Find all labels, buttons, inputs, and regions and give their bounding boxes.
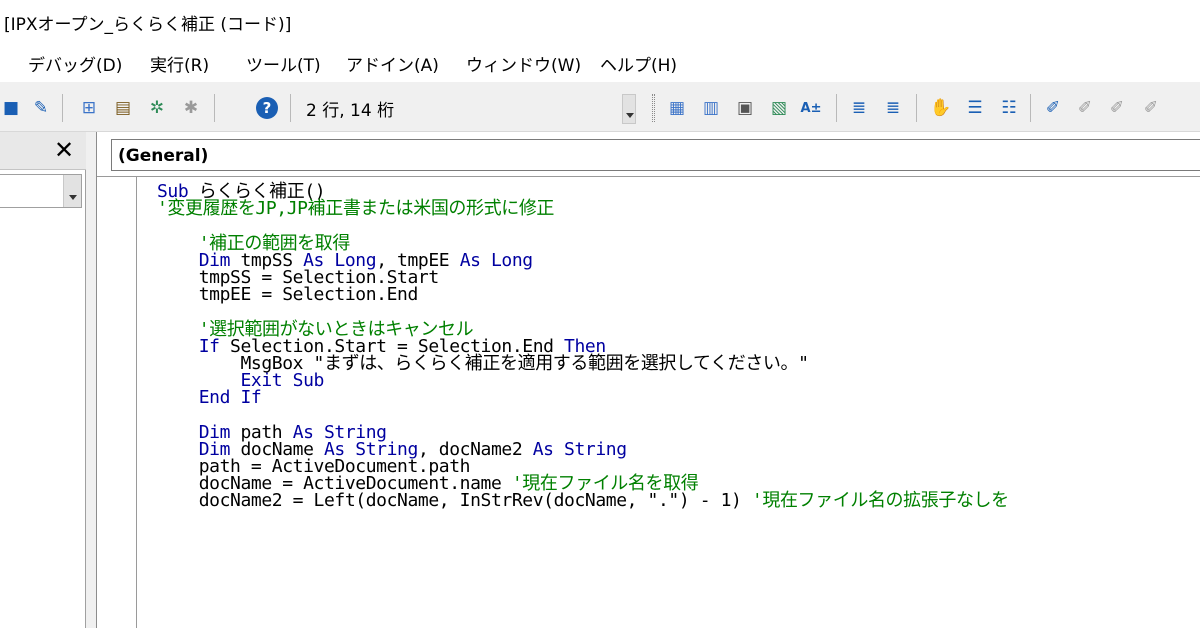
close-icon[interactable]: ✕ [50, 136, 78, 164]
comment-block-icon[interactable]: ☰ [964, 97, 986, 119]
panel-dropdown[interactable] [0, 174, 82, 208]
complete-word-icon[interactable]: A± [800, 97, 822, 119]
code-line[interactable]: '変更履歴をJP,JP補正書または米国の形式に修正 [157, 198, 1197, 220]
uncomment-block-icon[interactable]: ☷ [998, 97, 1020, 119]
menu-addins[interactable]: アドイン(A) [346, 51, 439, 76]
list-properties-icon[interactable]: ▦ [666, 97, 688, 119]
toolbar-separator [916, 94, 917, 122]
toolbar-grip[interactable] [652, 94, 655, 122]
help-icon[interactable]: ? [256, 97, 278, 119]
toolbox-icon[interactable]: ✱ [180, 97, 202, 119]
chevron-down-icon[interactable] [63, 175, 81, 207]
toggle-bookmark-icon[interactable]: ✐ [1042, 97, 1064, 119]
toolbar-separator [214, 94, 215, 122]
divider [97, 176, 1200, 177]
quick-info-icon[interactable]: ▣ [734, 97, 756, 119]
panel-header: ✕ [0, 132, 86, 170]
edit-icon[interactable]: ✎ [30, 97, 52, 119]
next-bookmark-icon[interactable]: ✐ [1074, 97, 1096, 119]
standard-toolbar: ■ ✎ ⊞ ▤ ✲ ✱ ? 2 行, 14 桁 ▦ ▥ ▣ ▧ A± ≣ ≣ ✋… [0, 82, 1200, 132]
parameter-info-icon[interactable]: ▧ [768, 97, 790, 119]
code-line[interactable]: docName2 = Left(docName, InStrRev(docNam… [157, 490, 1197, 512]
code-line[interactable]: Exit Sub [157, 372, 1197, 390]
clear-bookmarks-icon[interactable]: ✐ [1140, 97, 1162, 119]
design-mode-icon[interactable]: ■ [0, 97, 22, 119]
properties-icon[interactable]: ▤ [112, 97, 134, 119]
project-explorer-panel: ✕ [0, 132, 86, 628]
code-line[interactable]: tmpEE = Selection.End [157, 284, 1197, 306]
object-browser-icon[interactable]: ✲ [146, 97, 168, 119]
code-keyword: As String [532, 438, 627, 460]
code-text: docName2 = Left(docName, InStrRev(docNam… [157, 490, 752, 512]
indent-icon[interactable]: ≣ [848, 97, 870, 119]
object-dropdown-value: (General) [118, 146, 209, 166]
toolbar-separator [62, 94, 63, 122]
code-comment: '現在ファイル名の拡張子なしを [751, 490, 1009, 512]
toolbar-separator [1030, 94, 1031, 122]
toolbar-options-dropdown[interactable] [622, 94, 636, 124]
outdent-icon[interactable]: ≣ [882, 97, 904, 119]
menu-debug[interactable]: デバッグ(D) [28, 51, 122, 76]
code-keyword: End If [157, 387, 262, 409]
code-editor[interactable]: Sub らくらく補正() '変更履歴をJP,JP補正書または米国の形式に修正 '補… [157, 183, 1197, 510]
menu-tools[interactable]: ツール(T) [246, 51, 321, 76]
toolbar-separator [290, 94, 291, 122]
previous-bookmark-icon[interactable]: ✐ [1106, 97, 1128, 119]
toggle-breakpoint-icon[interactable]: ✋ [930, 97, 952, 119]
menu-help[interactable]: ヘルプ(H) [600, 51, 677, 76]
code-text: tmpEE = Selection.End [157, 284, 419, 306]
code-line[interactable]: End If [157, 387, 1197, 409]
menu-window[interactable]: ウィンドウ(W) [466, 51, 581, 76]
cursor-position: 2 行, 14 桁 [306, 101, 395, 121]
object-dropdown[interactable]: (General) [111, 139, 1200, 171]
title-bar: [IPXオープン_らくらく補正 (コード)] [0, 0, 1200, 40]
margin-indicator-bar[interactable] [97, 177, 137, 628]
menu-run[interactable]: 実行(R) [150, 51, 209, 76]
project-explorer-icon[interactable]: ⊞ [78, 97, 100, 119]
code-window: (General) Sub らくらく補正() '変更履歴をJP,JP補正書または米… [96, 132, 1200, 628]
code-keyword: As Long [459, 249, 533, 271]
code-comment: '変更履歴をJP,JP補正書または米国の形式に修正 [157, 198, 555, 220]
toolbar-separator [836, 94, 837, 122]
menu-bar: デバッグ(D) 実行(R) ツール(T) アドイン(A) ウィンドウ(W) ヘル… [0, 40, 1200, 82]
window-title: [IPXオープン_らくらく補正 (コード)] [4, 15, 292, 35]
list-constants-icon[interactable]: ▥ [700, 97, 722, 119]
